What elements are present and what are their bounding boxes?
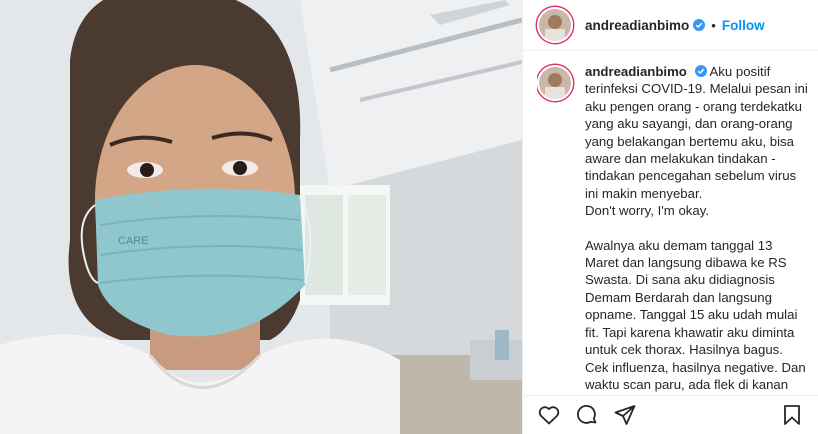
caption-paragraph-1b: Don't worry, I'm okay. [585, 203, 709, 219]
instagram-post: CARE andreadianbimo • Follow andreadianb… [0, 0, 818, 434]
heart-icon[interactable] [537, 403, 561, 427]
follow-button[interactable]: Follow [722, 18, 765, 33]
caption-paragraph-2: Awalnya aku demam tanggal 13 Maret dan l… [585, 237, 806, 392]
caption-area: andreadianbimo Aku positif terinfeksi CO… [537, 63, 808, 393]
paper-plane-icon[interactable] [613, 403, 637, 427]
caption-paragraph-1: Aku positif terinfeksi COVID-19. Melalui… [585, 64, 808, 201]
caption-username[interactable]: andreadianbimo [585, 64, 687, 79]
avatar[interactable] [537, 7, 573, 43]
action-bar [523, 395, 818, 434]
separator-dot: • [711, 17, 716, 33]
comment-icon[interactable] [575, 403, 599, 427]
mask-brand-text: CARE [118, 235, 149, 247]
caption-text: andreadianbimo Aku positif terinfeksi CO… [585, 63, 808, 393]
verified-badge-icon [694, 65, 707, 77]
selfie-image: CARE [0, 0, 522, 434]
post-header: andreadianbimo • Follow [523, 0, 818, 51]
post-side-panel: andreadianbimo • Follow andreadianbimo A… [522, 0, 818, 434]
bookmark-icon[interactable] [780, 403, 804, 427]
caption-avatar[interactable] [537, 65, 573, 101]
post-photo[interactable]: CARE [0, 0, 522, 434]
verified-badge-icon [693, 19, 706, 31]
username-link[interactable]: andreadianbimo [585, 18, 689, 33]
